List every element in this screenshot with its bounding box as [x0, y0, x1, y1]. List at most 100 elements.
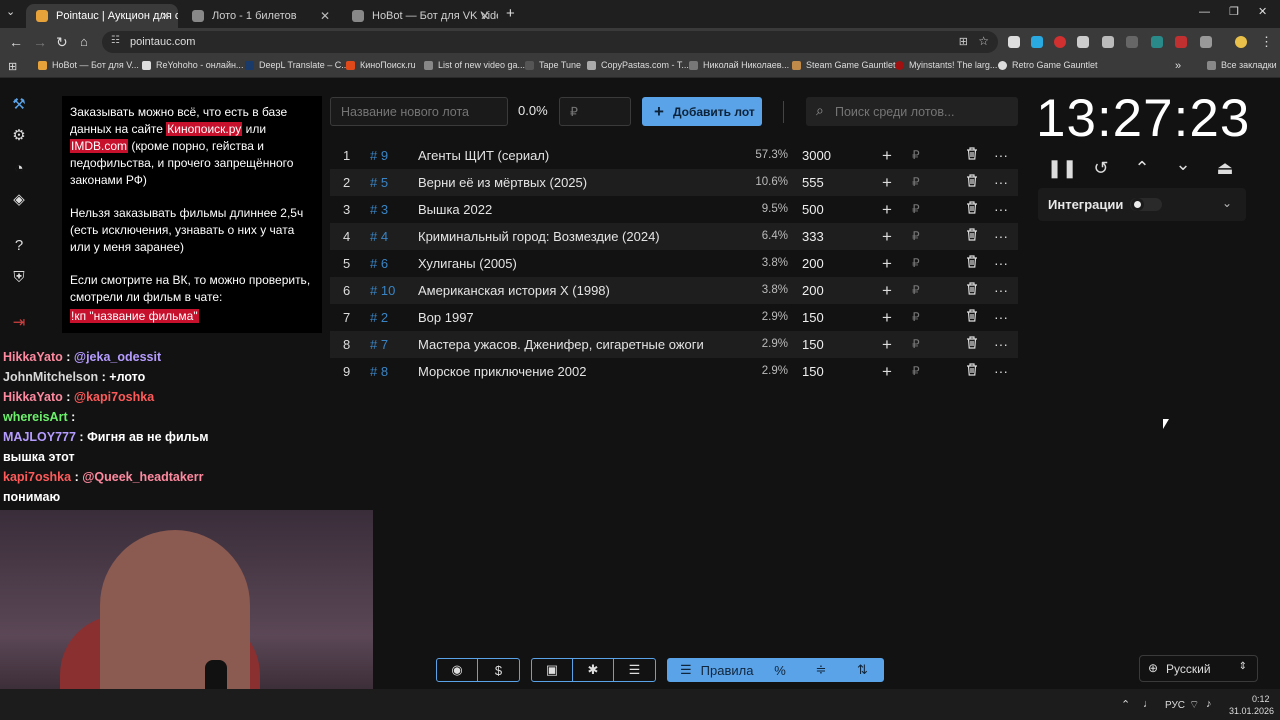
- menu-icon[interactable]: ⋮: [1260, 34, 1273, 50]
- gear-icon[interactable]: ⚙: [10, 127, 28, 145]
- clock-time[interactable]: 0:12: [1252, 694, 1270, 704]
- tab-hobot[interactable]: HoBot — Бот для VK Video Live ✕: [342, 4, 498, 28]
- language-select[interactable]: ⊕ Русский ⇕: [1139, 655, 1258, 682]
- lot-row[interactable]: 7 # 2 Вор 1997 2.9% 150 + ₽ ···: [330, 304, 1018, 331]
- lot-row[interactable]: 9 # 8 Морское приключение 2002 2.9% 150 + ₽ ···: [330, 358, 1018, 385]
- add-amount-icon[interactable]: +: [882, 250, 892, 277]
- close-icon[interactable]: ✕: [160, 9, 170, 23]
- trash-icon[interactable]: [966, 142, 978, 160]
- add-amount-icon[interactable]: +: [882, 358, 892, 385]
- trash-icon[interactable]: [966, 169, 978, 187]
- extensions-puzzle-icon[interactable]: [1200, 36, 1212, 48]
- lot-amount[interactable]: 150: [802, 331, 824, 358]
- back-icon[interactable]: ←: [9, 34, 23, 50]
- lot-row[interactable]: 4 # 4 Криминальный город: Возмездие (2024)…: [330, 223, 1018, 250]
- trash-icon[interactable]: [966, 223, 978, 241]
- auction-hammer-icon[interactable]: ⚒: [10, 96, 28, 114]
- lot-amount[interactable]: 500: [802, 196, 824, 223]
- new-lot-input[interactable]: [330, 97, 508, 126]
- shield-icon[interactable]: ⛨: [10, 269, 28, 287]
- trash-icon[interactable]: [966, 277, 978, 295]
- logout-icon[interactable]: ⇥: [10, 314, 28, 332]
- integrations-toggle[interactable]: [1130, 198, 1162, 211]
- extension-icon[interactable]: [1031, 36, 1043, 48]
- bookmark-star-icon[interactable]: ☆: [978, 34, 989, 48]
- github-icon[interactable]: ◉: [437, 659, 478, 681]
- currency-icon[interactable]: ₽: [912, 196, 920, 223]
- more-icon[interactable]: ···: [994, 223, 1008, 250]
- reload-icon[interactable]: ↻: [56, 34, 68, 51]
- forward-icon[interactable]: →: [33, 34, 47, 50]
- lot-title[interactable]: Криминальный город: Возмездие (2024): [418, 223, 748, 250]
- help-icon[interactable]: ?: [10, 237, 28, 255]
- close-icon[interactable]: ✕: [480, 9, 490, 23]
- add-amount-icon[interactable]: +: [882, 142, 892, 169]
- currency-icon[interactable]: ₽: [912, 358, 920, 385]
- tab-pointauc[interactable]: Pointauc | Аукцион для стрима ✕: [26, 4, 178, 28]
- extension-icon[interactable]: [1126, 36, 1138, 48]
- extension-icon[interactable]: [1175, 36, 1187, 48]
- add-amount-icon[interactable]: +: [882, 169, 892, 196]
- keyboard-language[interactable]: РУС: [1165, 700, 1185, 711]
- trash-icon[interactable]: [966, 196, 978, 214]
- close-window-icon[interactable]: ✕: [1258, 5, 1267, 18]
- lot-row[interactable]: 5 # 6 Хулиганы (2005) 3.8% 200 + ₽ ···: [330, 250, 1018, 277]
- lot-title[interactable]: Хулиганы (2005): [418, 250, 748, 277]
- integrations-panel[interactable]: Интеграции ⌄: [1038, 188, 1246, 221]
- donate-icon[interactable]: $: [478, 659, 519, 681]
- add-amount-icon[interactable]: +: [882, 304, 892, 331]
- lot-amount[interactable]: 150: [802, 304, 824, 331]
- currency-icon[interactable]: ₽: [912, 223, 920, 250]
- chevron-down-icon[interactable]: ⌄: [1171, 154, 1195, 175]
- wheel-icon[interactable]: ◔: [10, 160, 28, 178]
- currency-icon[interactable]: ₽: [912, 250, 920, 277]
- lot-amount[interactable]: 3000: [802, 142, 831, 169]
- lot-title[interactable]: Американская история X (1998): [418, 277, 748, 304]
- currency-icon[interactable]: ₽: [912, 277, 920, 304]
- clock-date[interactable]: 31.01.2026: [1229, 706, 1274, 716]
- lot-title[interactable]: Агенты ЩИТ (сериал): [418, 142, 748, 169]
- extension-icon[interactable]: [1102, 36, 1114, 48]
- lot-title[interactable]: Морское приключение 2002: [418, 358, 748, 385]
- amount-input[interactable]: [559, 97, 631, 126]
- lot-amount[interactable]: 200: [802, 250, 824, 277]
- lot-search-input[interactable]: [806, 97, 1018, 126]
- apps-icon[interactable]: ⊞: [8, 60, 17, 73]
- rules-button[interactable]: ☰ Правила: [668, 659, 760, 681]
- lot-title[interactable]: Верни её из мёртвых (2025): [418, 169, 748, 196]
- more-icon[interactable]: ···: [994, 358, 1008, 385]
- bookmark-item[interactable]: DeepL Translate – C...: [245, 60, 349, 70]
- bookmark-item[interactable]: Steam Game Gauntlet: [792, 60, 896, 70]
- lot-row[interactable]: 6 # 10 Американская история X (1998) 3.8% 20…: [330, 277, 1018, 304]
- more-icon[interactable]: ···: [994, 331, 1008, 358]
- translate-icon[interactable]: ⊞: [959, 35, 968, 48]
- lot-row[interactable]: 3 # 3 Вышка 2022 9.5% 500 + ₽ ···: [330, 196, 1018, 223]
- lot-row[interactable]: 1 # 9 Агенты ЩИТ (сериал) 57.3% 3000 + ₽ ···: [330, 142, 1018, 169]
- lot-amount[interactable]: 200: [802, 277, 824, 304]
- trash-icon[interactable]: [966, 250, 978, 268]
- extension-icon[interactable]: [1054, 36, 1066, 48]
- new-tab-button[interactable]: +: [506, 5, 515, 22]
- more-bookmarks-icon[interactable]: »: [1175, 60, 1181, 72]
- extension-icon[interactable]: [1151, 36, 1163, 48]
- more-icon[interactable]: ···: [994, 250, 1008, 277]
- imdb-link[interactable]: IMDB.com: [70, 139, 129, 153]
- add-lot-button[interactable]: + Добавить лот: [642, 97, 762, 126]
- bookmark-item[interactable]: Николай Николаев...: [689, 60, 789, 70]
- reset-icon[interactable]: ↺: [1089, 158, 1113, 179]
- sort-icon[interactable]: ⇅: [842, 659, 883, 681]
- compress-icon[interactable]: ≑: [801, 659, 842, 681]
- url-field[interactable]: ☷ pointauc.com ⊞ ☆: [102, 31, 998, 53]
- layers-icon[interactable]: ◈: [10, 191, 28, 209]
- percent-icon[interactable]: %: [760, 659, 801, 681]
- home-icon[interactable]: ⌂: [80, 34, 88, 49]
- lot-amount[interactable]: 555: [802, 169, 824, 196]
- more-icon[interactable]: ···: [994, 169, 1008, 196]
- chevron-up-icon[interactable]: ⌃: [1130, 158, 1154, 179]
- bookmark-item[interactable]: CopyPastas.com - T...: [587, 60, 689, 70]
- volume-icon[interactable]: ♪: [1206, 698, 1212, 710]
- lot-title[interactable]: Вор 1997: [418, 304, 748, 331]
- extension-icon[interactable]: [1008, 36, 1020, 48]
- tab-loto[interactable]: Лото - 1 билетов ✕: [182, 4, 338, 28]
- save-icon[interactable]: ▣: [532, 659, 573, 681]
